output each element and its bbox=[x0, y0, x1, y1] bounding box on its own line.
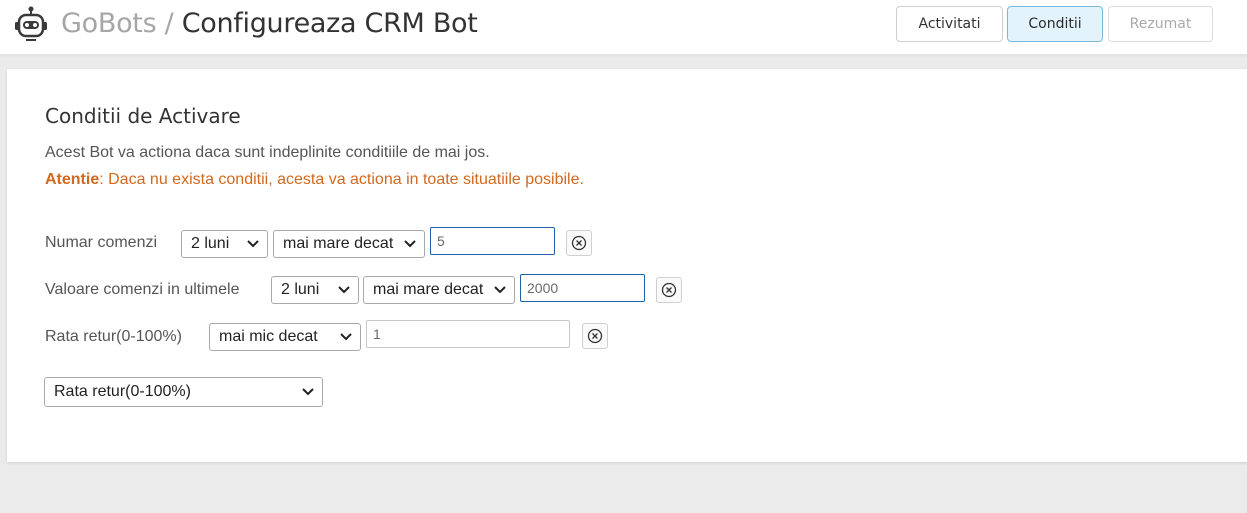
close-circle-icon bbox=[661, 282, 677, 298]
chevron-down-icon bbox=[340, 333, 352, 341]
operator-select-value: mai mare decat bbox=[283, 235, 394, 252]
chevron-down-icon bbox=[302, 388, 314, 396]
tab-activitati[interactable]: Activitati bbox=[896, 6, 1003, 42]
section-description: Acest Bot va actiona daca sunt indeplini… bbox=[45, 144, 490, 161]
add-condition-select-value: Rata retur(0-100%) bbox=[54, 383, 191, 400]
period-select[interactable]: 2 luni bbox=[271, 276, 359, 304]
close-circle-icon bbox=[571, 235, 587, 251]
tab-rezumat[interactable]: Rezumat bbox=[1108, 6, 1213, 42]
section-title: Conditii de Activare bbox=[45, 104, 241, 128]
warning-text: : Daca nu exista conditii, acesta va act… bbox=[99, 171, 584, 188]
app-title: GoBots / Configureaza CRM Bot bbox=[61, 5, 478, 43]
chevron-down-icon bbox=[338, 286, 350, 294]
operator-select-value: mai mare decat bbox=[373, 281, 484, 298]
operator-select-value: mai mic decat bbox=[219, 328, 318, 345]
period-select[interactable]: 2 luni bbox=[181, 230, 268, 258]
condition-label-numar-comenzi: Numar comenzi bbox=[45, 234, 158, 251]
top-bar: GoBots / Configureaza CRM Bot Activitati… bbox=[0, 0, 1247, 54]
operator-select[interactable]: mai mic decat bbox=[209, 323, 361, 351]
chevron-down-icon bbox=[404, 240, 416, 248]
value-input[interactable]: 2000 bbox=[520, 274, 645, 302]
add-condition-select[interactable]: Rata retur(0-100%) bbox=[44, 377, 323, 407]
warning-message: Atentie: Daca nu exista conditii, acesta… bbox=[45, 171, 584, 189]
value-input[interactable]: 5 bbox=[430, 227, 555, 255]
robot-icon bbox=[15, 6, 47, 41]
value-input[interactable]: 1 bbox=[366, 320, 570, 348]
period-select-value: 2 luni bbox=[191, 235, 230, 252]
title-separator: / bbox=[156, 8, 182, 39]
chevron-down-icon bbox=[247, 240, 259, 248]
close-circle-icon bbox=[587, 328, 603, 344]
chevron-down-icon bbox=[494, 286, 506, 294]
remove-condition-button[interactable] bbox=[566, 230, 592, 256]
period-select-value: 2 luni bbox=[281, 281, 320, 298]
page-title: Configureaza CRM Bot bbox=[181, 8, 478, 39]
remove-condition-button[interactable] bbox=[582, 323, 608, 349]
warning-label: Atentie bbox=[45, 171, 100, 188]
condition-label-valoare-comenzi: Valoare comenzi in ultimele bbox=[45, 281, 240, 298]
remove-condition-button[interactable] bbox=[656, 277, 682, 303]
operator-select[interactable]: mai mare decat bbox=[363, 276, 515, 304]
conditions-card: Conditii de Activare Acest Bot va action… bbox=[7, 69, 1247, 462]
brand-name: GoBots bbox=[61, 8, 157, 39]
operator-select[interactable]: mai mare decat bbox=[273, 230, 425, 258]
tab-conditii[interactable]: Conditii bbox=[1007, 6, 1103, 42]
condition-label-rata-retur: Rata retur(0-100%) bbox=[45, 328, 182, 345]
